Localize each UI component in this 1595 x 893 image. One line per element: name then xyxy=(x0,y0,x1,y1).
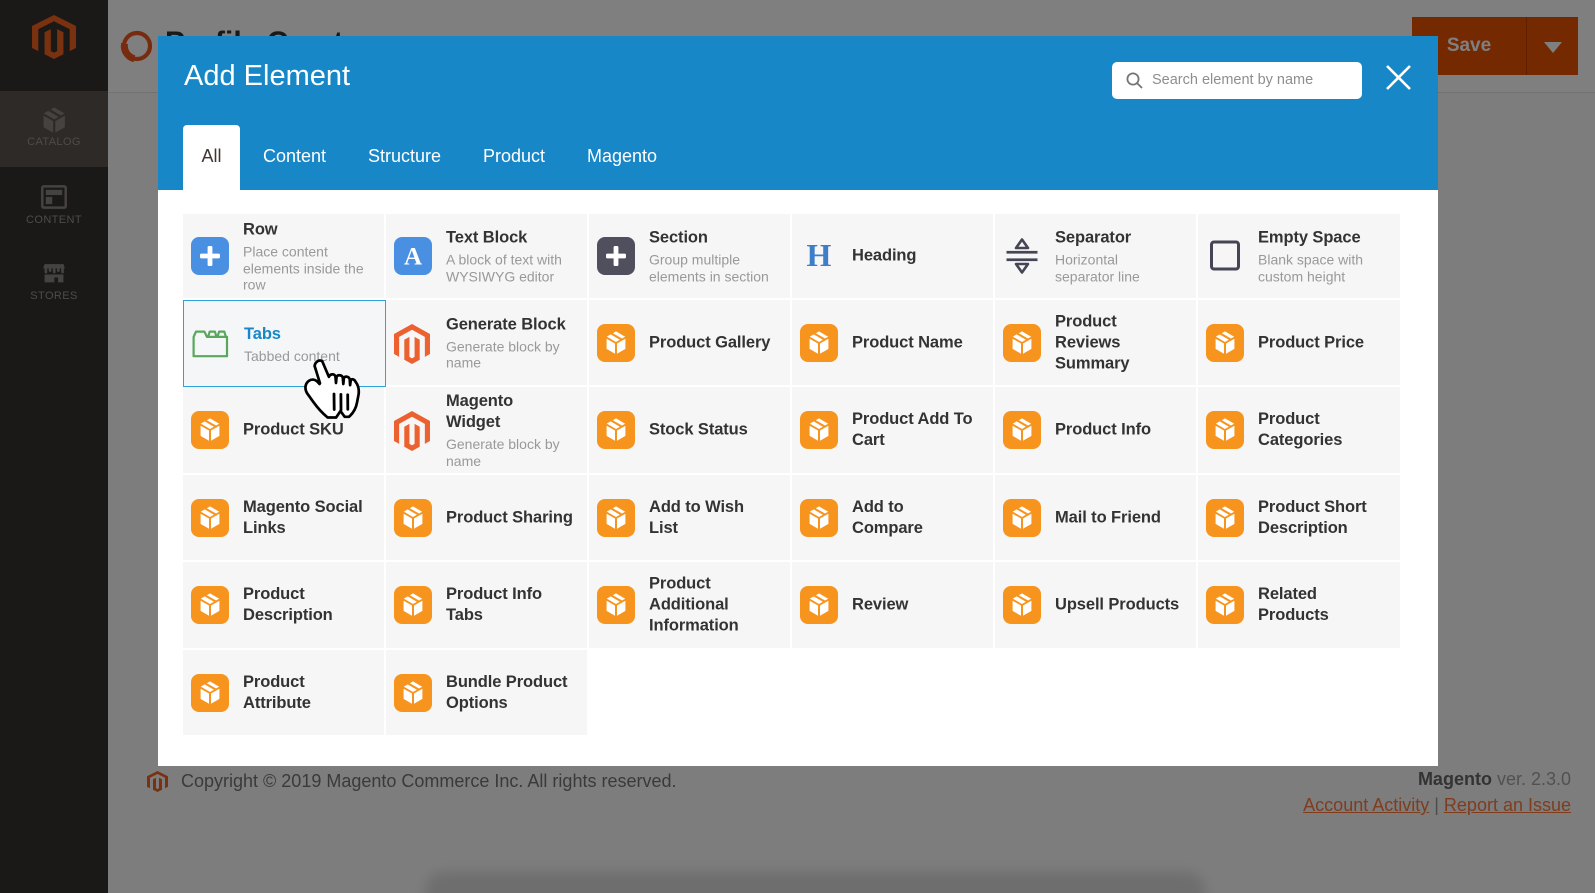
svg-text:H: H xyxy=(807,237,832,273)
svg-text:A: A xyxy=(404,244,422,271)
